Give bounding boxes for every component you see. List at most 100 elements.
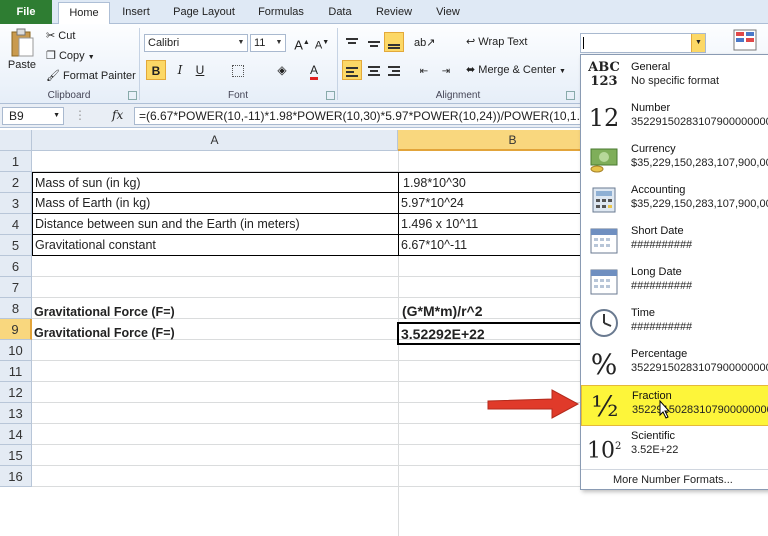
row-header-4[interactable]: 4	[0, 214, 32, 235]
scientific-icon: 102	[587, 438, 622, 464]
format-percentage[interactable]: % Percentage 3522915028310790000000000	[581, 344, 768, 385]
row-header-13[interactable]: 13	[0, 403, 32, 424]
tab-file[interactable]: File	[0, 0, 52, 24]
row-header-12[interactable]: 12	[0, 382, 32, 403]
row-header-15[interactable]: 15	[0, 445, 32, 466]
row-header-2[interactable]: 2	[0, 172, 32, 193]
number-format-combo[interactable]: ▼	[580, 33, 706, 53]
format-title: Number	[631, 102, 671, 114]
wrap-text-button[interactable]: ↩ Wrap Text	[466, 32, 527, 52]
cell-b3[interactable]: 5.97*10^24	[398, 193, 588, 214]
underline-button[interactable]: U	[190, 60, 210, 80]
cell-a4[interactable]: Distance between sun and the Earth (in m…	[32, 214, 399, 235]
increase-indent-button[interactable]: ⇥	[436, 60, 456, 80]
decrease-indent-button[interactable]: ⇤	[414, 60, 434, 80]
borders-button[interactable]	[228, 60, 248, 80]
row-header-11[interactable]: 11	[0, 361, 32, 382]
shrink-font-button[interactable]: A▼	[312, 33, 332, 53]
align-left-icon	[346, 66, 358, 77]
format-title: Time	[631, 307, 656, 319]
alignment-group-label: Alignment	[435, 90, 481, 101]
font-name-combo[interactable]: Calibri ▼	[144, 34, 248, 52]
abc-123-icon: ABC 123	[588, 60, 620, 89]
column-header-a[interactable]: A	[32, 130, 398, 151]
tab-page-layout[interactable]: Page Layout	[166, 2, 242, 24]
row-header-1[interactable]: 1	[0, 151, 32, 172]
format-scientific[interactable]: 102 Scientific 3.52E+22	[581, 426, 768, 467]
cell-a5[interactable]: Gravitational constant	[32, 235, 399, 256]
clipboard-launcher-icon[interactable]	[128, 91, 137, 100]
conditional-format-icon[interactable]	[732, 28, 760, 54]
cell-a8[interactable]: Gravitational Force (F=)	[32, 302, 392, 323]
format-number[interactable]: 12 Number 35229150283107900000000.00	[581, 98, 768, 139]
format-fraction[interactable]: ½ Fraction 35229150283107900000000	[581, 385, 768, 426]
italic-button[interactable]: I	[170, 60, 190, 80]
format-general[interactable]: ABC 123 General No specific format	[581, 57, 768, 98]
merge-center-button[interactable]: ⬌ Merge & Center ▼	[466, 60, 566, 80]
cell-b8[interactable]: (G*M*m)/r^2	[400, 301, 580, 322]
select-all-corner[interactable]	[0, 130, 32, 151]
format-title: Percentage	[631, 348, 688, 360]
cell-a9[interactable]: Gravitational Force (F=)	[32, 323, 392, 344]
tab-home[interactable]: Home	[58, 2, 110, 25]
tab-view[interactable]: View	[428, 2, 468, 24]
fill-color-button[interactable]: ◈	[272, 60, 292, 80]
cell-a2[interactable]: Mass of sun (in kg)	[32, 172, 399, 193]
format-preview: 3522915028310790000000000	[631, 362, 768, 374]
align-middle-button[interactable]	[364, 32, 384, 52]
mouse-pointer-icon	[659, 400, 671, 419]
cell-a3[interactable]: Mass of Earth (in kg)	[32, 193, 399, 214]
name-box[interactable]: B9 ▼	[2, 107, 64, 125]
chevron-down-icon[interactable]: ▼	[691, 34, 705, 52]
format-currency[interactable]: Currency $35,229,150,283,107,900,000,00	[581, 139, 768, 180]
format-short-date[interactable]: Short Date ##########	[581, 221, 768, 262]
row-header-9[interactable]: 9	[0, 319, 32, 340]
row-header-16[interactable]: 16	[0, 466, 32, 487]
font-size-combo[interactable]: 11 ▼	[250, 34, 286, 52]
grow-font-button[interactable]: A▲	[292, 33, 312, 53]
row-header-10[interactable]: 10	[0, 340, 32, 361]
tab-insert[interactable]: Insert	[112, 2, 160, 24]
tab-data[interactable]: Data	[320, 2, 360, 24]
font-name-value: Calibri	[148, 37, 180, 49]
more-number-formats-link[interactable]: More Number Formats...	[581, 469, 768, 490]
gridline	[32, 381, 592, 382]
alignment-launcher-icon[interactable]	[566, 91, 575, 100]
copy-button[interactable]: ❐ Copy ▼	[46, 46, 95, 66]
row-header-14[interactable]: 14	[0, 424, 32, 445]
cell-b5[interactable]: 6.67*10^-11	[398, 235, 588, 256]
font-group-label: Font	[227, 90, 248, 101]
font-color-button[interactable]: A	[304, 60, 324, 80]
tab-review[interactable]: Review	[370, 2, 418, 24]
row-header-5[interactable]: 5	[0, 235, 32, 256]
cut-button[interactable]: ✂ Cut	[46, 26, 75, 46]
cell-b2[interactable]: 1.98*10^30	[398, 172, 588, 193]
format-painter-button[interactable]: 🖌 Format Painter	[46, 66, 136, 86]
orientation-button[interactable]: ab↗	[414, 32, 435, 52]
border-icon	[232, 64, 244, 77]
row-header-6[interactable]: 6	[0, 256, 32, 277]
paste-button[interactable]: Paste	[6, 26, 38, 86]
row-header-8[interactable]: 8	[0, 298, 32, 319]
format-long-date[interactable]: Long Date ##########	[581, 262, 768, 303]
cell-b4[interactable]: 1.496 x 10^11	[398, 214, 588, 235]
bold-button[interactable]: B	[146, 60, 166, 80]
font-launcher-icon[interactable]	[326, 91, 335, 100]
row-header-7[interactable]: 7	[0, 277, 32, 298]
format-accounting[interactable]: Accounting $35,229,150,283,107,900,000,	[581, 180, 768, 221]
align-right-button[interactable]	[384, 60, 404, 80]
chevron-down-icon: ▼	[275, 39, 283, 46]
align-left-button[interactable]	[342, 60, 362, 80]
format-time[interactable]: Time ##########	[581, 303, 768, 344]
insert-function-button[interactable]: fx	[112, 108, 123, 122]
tab-formulas[interactable]: Formulas	[250, 2, 312, 24]
chevron-down-icon[interactable]: ▼	[53, 108, 60, 124]
align-bottom-button[interactable]	[384, 32, 404, 52]
wrap-text-label: Wrap Text	[478, 36, 528, 48]
chevron-down-icon[interactable]: ▼	[88, 54, 95, 61]
chevron-down-icon[interactable]: ▼	[559, 68, 566, 75]
align-top-button[interactable]	[342, 32, 362, 52]
align-center-button[interactable]	[364, 60, 384, 80]
row-header-3[interactable]: 3	[0, 193, 32, 214]
cell-b9[interactable]: 3.52292E+22	[397, 322, 587, 345]
